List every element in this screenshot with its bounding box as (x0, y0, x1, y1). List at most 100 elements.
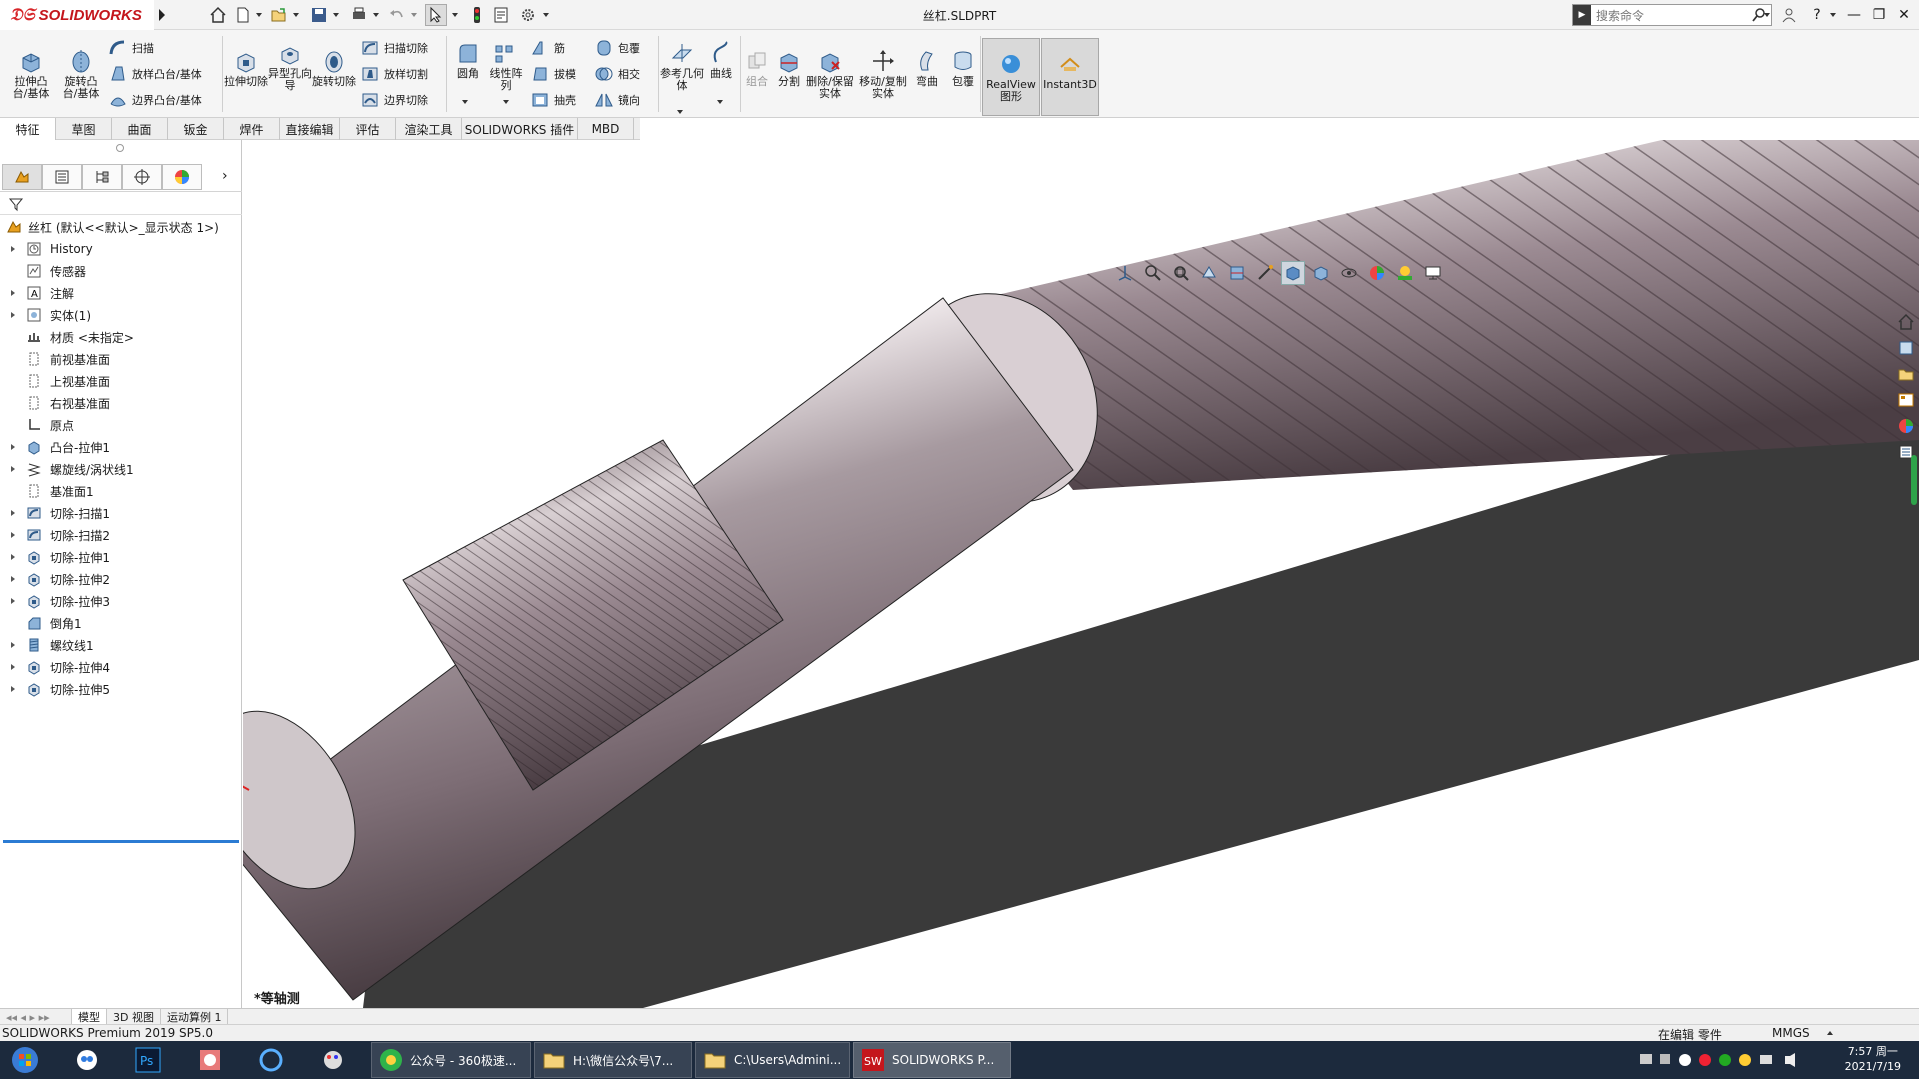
realview-button[interactable]: RealView图形 (982, 38, 1040, 116)
fillet-button[interactable]: 圆角 (450, 40, 486, 80)
tab-surfaces[interactable]: 曲面 (112, 118, 168, 140)
move-copy-body-button[interactable]: 移动/复制实体 (858, 48, 908, 100)
taskbar-pinned-app[interactable] (70, 1044, 104, 1076)
tab-sketch[interactable]: 草图 (56, 118, 112, 140)
tree-item-plane1[interactable]: 基准面1 (0, 480, 242, 502)
chevron-down-icon[interactable] (676, 108, 684, 116)
task-pane-appearances-tab[interactable] (1895, 414, 1917, 438)
zoom-to-fit-button[interactable] (1141, 261, 1165, 285)
tree-item-right-plane[interactable]: 右视基准面 (0, 392, 242, 414)
previous-view-button[interactable] (1197, 261, 1221, 285)
delete-keep-body-button[interactable]: 删除/保留实体 (806, 48, 854, 100)
tree-item-cut-extrude5[interactable]: 切除-拉伸5 (0, 678, 242, 700)
system-tray[interactable] (1640, 1051, 1810, 1069)
tab-3d-views[interactable]: 3D 视图 (107, 1009, 161, 1025)
tab-model[interactable]: 模型 (72, 1009, 107, 1025)
task-pane-view-palette-tab[interactable] (1895, 388, 1917, 412)
section-view-button[interactable] (1225, 261, 1249, 285)
tab-sheet-metal[interactable]: 钣金 (168, 118, 224, 140)
filter-icon[interactable] (8, 196, 24, 212)
tree-item-history[interactable]: History (0, 238, 242, 260)
shell-button[interactable]: 抽壳 (530, 90, 576, 110)
intersect-button[interactable]: 相交 (594, 64, 640, 84)
configurationmanager-tab[interactable] (82, 164, 122, 190)
hide-show-items-button[interactable] (1337, 261, 1361, 285)
split-button[interactable]: 分割 (774, 48, 804, 88)
loft-button[interactable]: 放样凸台/基体 (108, 64, 202, 84)
hole-wizard-button[interactable]: 异型孔向导 (268, 40, 312, 92)
zoom-to-area-button[interactable] (1169, 261, 1193, 285)
tab-mbd[interactable]: MBD (578, 118, 634, 140)
user-account-button[interactable] (1778, 5, 1800, 25)
tree-root-part[interactable]: 丝杠 (默认<<默认>_显示状态 1>) (0, 216, 242, 238)
dynamic-annotation-button[interactable] (1253, 261, 1277, 285)
taskbar-photoshop[interactable]: Ps (131, 1044, 165, 1076)
featuremanager-tab[interactable] (2, 164, 42, 190)
expand-arrow-icon[interactable] (9, 289, 17, 297)
tree-item-chamfer1[interactable]: 倒角1 (0, 612, 242, 634)
screw-shaft-model[interactable] (243, 140, 1919, 1008)
view-orientation-button[interactable] (1113, 261, 1137, 285)
tab-evaluate[interactable]: 评估 (340, 118, 396, 140)
tab-motion-study[interactable]: 运动算例 1 (161, 1009, 229, 1025)
tree-item-sensors[interactable]: 传感器 (0, 260, 242, 282)
extrude-boss-button[interactable]: 拉伸凸台/基体 (8, 48, 54, 100)
instant3d-button[interactable]: Instant3D (1041, 38, 1099, 116)
expand-arrow-icon[interactable] (9, 311, 17, 319)
tab-weldments[interactable]: 焊件 (224, 118, 280, 140)
chevron-down-icon[interactable] (716, 98, 724, 106)
expand-arrow-icon[interactable] (9, 685, 17, 693)
taskbar-pinned-app[interactable] (316, 1044, 350, 1076)
tree-item-cut-extrude1[interactable]: 切除-拉伸1 (0, 546, 242, 568)
chevron-down-icon[interactable] (461, 98, 469, 106)
tree-item-cut-sweep1[interactable]: 切除-扫描1 (0, 502, 242, 524)
tree-item-cut-extrude4[interactable]: 切除-拉伸4 (0, 656, 242, 678)
taskbar-pinned-app[interactable] (254, 1044, 288, 1076)
task-pane-design-library-tab[interactable] (1895, 336, 1917, 360)
tree-item-helix1[interactable]: 螺旋线/涡状线1 (0, 458, 242, 480)
task-pane-file-explorer-tab[interactable] (1895, 362, 1917, 386)
taskbar-pinned-app[interactable] (193, 1044, 227, 1076)
tree-item-annotations[interactable]: A 注解 (0, 282, 242, 304)
command-search[interactable]: ▶ 搜索命令 (1572, 4, 1772, 26)
taskbar-explorer-window[interactable]: H:\微信公众号\7... (534, 1042, 692, 1078)
help-button[interactable]: ? (1806, 5, 1828, 25)
close-button[interactable]: ✕ (1893, 5, 1915, 25)
tab-render-tools[interactable]: 渲染工具 (396, 118, 462, 140)
display-manager-tab[interactable] (162, 164, 202, 190)
chevron-down-icon[interactable] (502, 98, 510, 106)
tree-item-cut-extrude2[interactable]: 切除-拉伸2 (0, 568, 242, 590)
expand-arrow-icon[interactable] (9, 597, 17, 605)
lofted-cut-button[interactable]: 放样切割 (360, 64, 428, 84)
expand-arrow-icon[interactable] (9, 641, 17, 649)
tree-item-origin[interactable]: 原点 (0, 414, 242, 436)
panel-grip-icon[interactable] (116, 144, 124, 152)
chevron-down-icon[interactable] (1763, 11, 1771, 19)
revolve-boss-button[interactable]: 旋转凸台/基体 (58, 48, 104, 100)
swept-cut-button[interactable]: 扫描切除 (360, 38, 428, 58)
taskbar-explorer-window[interactable]: C:\Users\Admini... (695, 1042, 850, 1078)
taskbar-browser-window[interactable]: 公众号 - 360极速... (371, 1042, 531, 1078)
taskbar-clock[interactable]: 7:57 周一 2021/7/19 (1845, 1044, 1901, 1074)
tree-item-solid-bodies[interactable]: 实体(1) (0, 304, 242, 326)
rib-button[interactable]: 筋 (530, 38, 565, 58)
edit-appearance-button[interactable] (1365, 261, 1389, 285)
combine-button[interactable]: 组合 (742, 48, 772, 88)
expand-arrow-icon[interactable] (9, 553, 17, 561)
sweep-button[interactable]: 扫描 (108, 38, 154, 58)
view-settings-button[interactable] (1421, 261, 1445, 285)
expand-arrow-icon[interactable] (9, 245, 17, 253)
extrude-cut-button[interactable]: 拉伸切除 (224, 48, 268, 88)
tree-item-boss-extrude1[interactable]: 凸台-拉伸1 (0, 436, 242, 458)
search-input[interactable]: 搜索命令 (1591, 7, 1751, 24)
tree-item-material[interactable]: 材质 <未指定> (0, 326, 242, 348)
wrap2-button[interactable]: 包覆 (948, 48, 978, 88)
tab-scroll-arrows[interactable]: ◂◂ ◂ ▸ ▸▸ (0, 1009, 72, 1025)
tab-solidworks-addins[interactable]: SOLIDWORKS 插件 (462, 118, 578, 140)
curves-button[interactable]: 曲线 (704, 40, 738, 80)
expand-arrow-icon[interactable] (9, 509, 17, 517)
minimize-button[interactable]: — (1843, 5, 1865, 25)
graphics-area[interactable] (243, 140, 1919, 1008)
reference-geometry-button[interactable]: 参考几何体 (660, 40, 704, 92)
tab-features[interactable]: 特征 (0, 118, 56, 140)
